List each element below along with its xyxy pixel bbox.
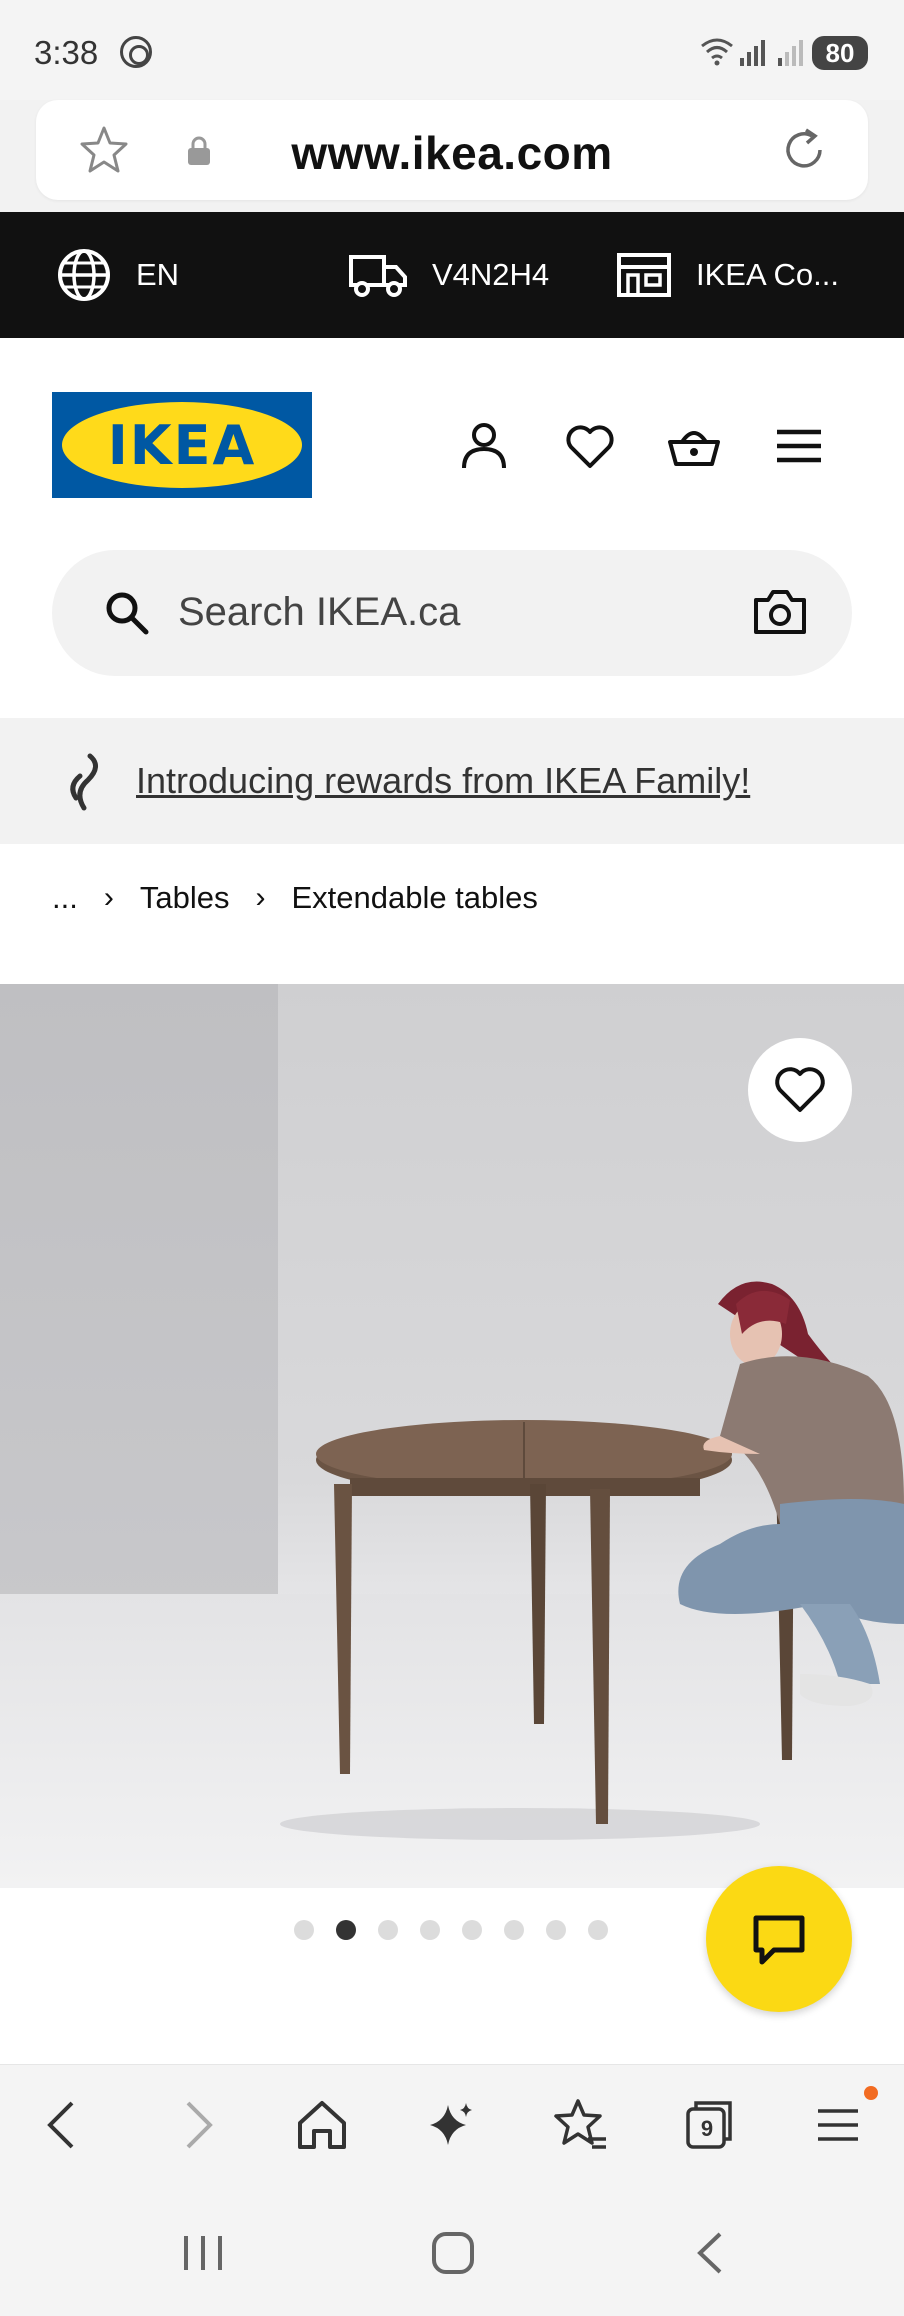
favorites-heart-icon[interactable] bbox=[562, 418, 618, 474]
signal-icon bbox=[740, 40, 765, 66]
recent-apps-icon[interactable] bbox=[178, 2230, 228, 2276]
pagination-dot[interactable] bbox=[504, 1920, 524, 1940]
postal-code-label: V4N2H4 bbox=[432, 257, 550, 292]
rewards-banner[interactable]: Introducing rewards from IKEA Family! bbox=[0, 718, 904, 844]
forward-icon[interactable] bbox=[166, 2095, 226, 2155]
search-placeholder: Search IKEA.ca bbox=[178, 590, 461, 634]
product-image[interactable] bbox=[0, 984, 904, 1888]
shopping-basket-icon[interactable] bbox=[666, 418, 722, 474]
search-input[interactable]: Search IKEA.ca bbox=[52, 550, 852, 676]
pagination-dot[interactable] bbox=[378, 1920, 398, 1940]
delivery-postal-code[interactable]: V4N2H4 bbox=[348, 212, 549, 338]
menu-hamburger-icon[interactable] bbox=[771, 418, 827, 474]
account-icon[interactable] bbox=[456, 418, 512, 474]
reload-icon[interactable] bbox=[776, 122, 832, 178]
ai-sparkle-icon[interactable] bbox=[420, 2095, 480, 2155]
home-nav-icon[interactable] bbox=[430, 2230, 476, 2276]
pagination-dot[interactable] bbox=[462, 1920, 482, 1940]
status-time: 3:38 bbox=[34, 34, 99, 71]
bookmarks-icon[interactable] bbox=[550, 2095, 610, 2155]
language-label: EN bbox=[136, 257, 180, 292]
truck-icon bbox=[349, 255, 407, 297]
rewards-link[interactable]: Introducing rewards from IKEA Family! bbox=[136, 760, 750, 802]
logo-text: IKEA bbox=[107, 414, 257, 477]
camera-search-icon[interactable] bbox=[752, 586, 808, 638]
store-label: IKEA Co... bbox=[696, 257, 840, 292]
home-icon[interactable] bbox=[292, 2095, 352, 2155]
breadcrumb-tables[interactable]: Tables bbox=[140, 880, 230, 916]
breadcrumb: ... › Tables › Extendable tables bbox=[0, 844, 904, 984]
system-navigation-bar bbox=[0, 2190, 904, 2316]
breadcrumb-extendable-tables[interactable]: Extendable tables bbox=[291, 880, 537, 916]
pagination-dot[interactable] bbox=[546, 1920, 566, 1940]
wifi-icon bbox=[700, 36, 734, 73]
utility-bar: EN V4N2H4 IKEA Co... bbox=[0, 212, 904, 338]
ikea-family-icon bbox=[70, 753, 98, 811]
site-header: IKEA Search IKEA.ca bbox=[0, 338, 904, 718]
fingerprint-icon bbox=[120, 36, 152, 68]
tabs-button[interactable]: 9 bbox=[680, 2095, 740, 2155]
battery-indicator: 80 bbox=[812, 36, 868, 70]
chevron-right-icon: › bbox=[103, 881, 114, 914]
pagination-dot[interactable] bbox=[294, 1920, 314, 1940]
ikea-logo[interactable]: IKEA bbox=[52, 392, 312, 498]
chevron-right-icon: › bbox=[255, 881, 266, 914]
status-bar: 3:38 80 bbox=[0, 0, 904, 100]
pagination-dot-active[interactable] bbox=[336, 1920, 356, 1940]
chat-bubble-icon bbox=[753, 1915, 805, 1965]
globe-icon bbox=[58, 249, 110, 301]
store-icon bbox=[617, 253, 671, 297]
tab-count: 9 bbox=[700, 2116, 714, 2141]
save-to-favorites-button[interactable] bbox=[748, 1038, 852, 1142]
notification-dot bbox=[864, 2086, 878, 2100]
browser-toolbar: 9 bbox=[0, 2064, 904, 2190]
chat-button[interactable] bbox=[706, 1866, 852, 2012]
address-bar[interactable]: www.ikea.com bbox=[36, 100, 868, 200]
browser-menu-icon[interactable] bbox=[808, 2095, 868, 2155]
breadcrumb-ellipsis[interactable]: ... bbox=[52, 880, 78, 916]
search-icon bbox=[106, 592, 149, 635]
pagination-dot[interactable] bbox=[588, 1920, 608, 1940]
back-icon[interactable] bbox=[34, 2095, 94, 2155]
back-nav-icon[interactable] bbox=[690, 2230, 730, 2276]
pagination-dot[interactable] bbox=[420, 1920, 440, 1940]
signal-icon-2 bbox=[778, 40, 803, 66]
language-selector[interactable]: EN bbox=[56, 212, 179, 338]
url-text[interactable]: www.ikea.com bbox=[36, 126, 868, 180]
store-selector[interactable]: IKEA Co... bbox=[616, 212, 839, 338]
heart-icon bbox=[775, 1067, 825, 1112]
pagination-dots[interactable] bbox=[294, 1920, 608, 1940]
